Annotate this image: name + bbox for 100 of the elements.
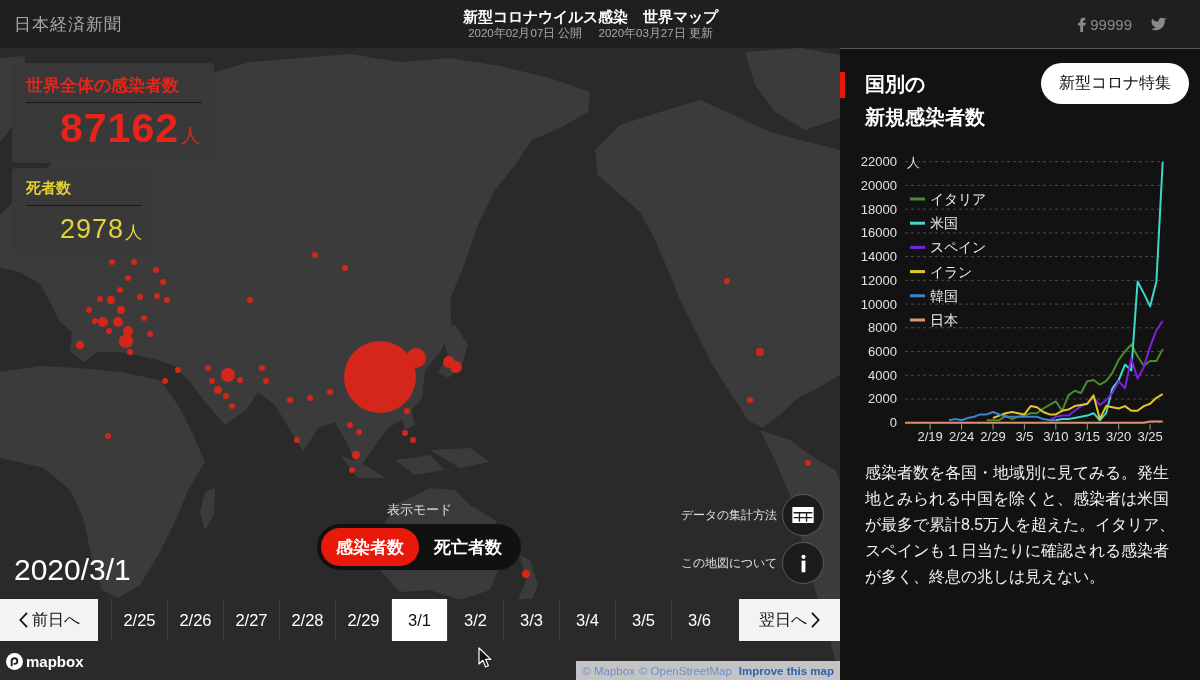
update-date: 2020年03月27日 更新 — [598, 26, 713, 41]
y-tick-label: 16000 — [860, 225, 897, 241]
twitter-icon[interactable] — [1150, 17, 1167, 31]
infection-circle — [522, 570, 530, 578]
y-tick-label: 12000 — [860, 272, 897, 288]
infection-circle — [307, 395, 313, 401]
stat-label: 死者数 — [26, 178, 142, 206]
chevron-left-icon — [18, 612, 28, 628]
infection-circle — [162, 378, 168, 384]
y-tick-label: 20000 — [860, 177, 897, 193]
infection-circle — [109, 259, 115, 265]
date-tab[interactable]: 3/1 — [391, 599, 447, 641]
y-axis-unit: 人 — [907, 154, 920, 170]
y-tick-label: 22000 — [860, 154, 897, 170]
infection-circle — [342, 265, 348, 271]
infection-circle — [294, 437, 300, 443]
infection-circle — [153, 267, 159, 273]
mode-option[interactable]: 死亡者数 — [419, 528, 517, 566]
publish-date: 2020年02月07日 公開 — [468, 26, 583, 41]
infection-circle — [117, 287, 123, 293]
infection-circle — [86, 307, 92, 313]
infection-circle — [209, 378, 215, 384]
logo-icon — [6, 653, 23, 670]
x-tick-label: 3/25 — [1137, 429, 1163, 444]
facebook-icon[interactable] — [1078, 16, 1087, 32]
legend-label: 日本 — [930, 313, 958, 328]
infection-circle — [402, 430, 408, 436]
x-tick-label: 3/5 — [1015, 429, 1034, 444]
infection-circle — [410, 437, 416, 443]
infection-circle — [747, 397, 753, 403]
mode-option[interactable]: 感染者数 — [321, 528, 419, 566]
legend-label: 米国 — [930, 216, 958, 232]
table-icon — [792, 507, 814, 523]
panel-title: 国別の — [865, 72, 925, 97]
infection-circle — [259, 365, 265, 371]
infection-circle — [247, 297, 253, 303]
legend-label: 韓国 — [930, 288, 958, 304]
x-tick-label: 3/20 — [1106, 429, 1132, 444]
x-tick-label: 2/24 — [948, 429, 975, 444]
infection-circle — [105, 433, 111, 439]
page-title: 新型コロナウイルス感染 世界マップ — [463, 7, 718, 26]
y-tick-label: 6000 — [868, 344, 897, 359]
infection-circle — [352, 451, 360, 459]
next-day-button[interactable]: 翌日へ — [739, 599, 840, 641]
infection-circle — [805, 460, 811, 466]
infection-circle — [205, 365, 211, 371]
infection-circle — [312, 252, 318, 258]
infection-circle — [154, 293, 160, 299]
stat-label: 世界全体の感染者数 — [26, 74, 202, 103]
stat-value: 2978 — [59, 214, 124, 244]
infection-circle — [263, 378, 269, 384]
infection-circle — [221, 368, 235, 382]
infection-circle — [229, 403, 235, 409]
y-tick-label: 2000 — [868, 391, 897, 407]
legend-label: イラン — [930, 264, 972, 280]
description-text: 感染者数を各国・地域別に見てみる。発生地とみられる中国を除くと、感染者は米国が最多で累計8.5万人を超えた。イタリア、スペインも１日当たりに確認される感染者が多く、終息の兆しは見えない。 — [865, 463, 1177, 587]
legend-label: スペイン — [930, 240, 986, 256]
previous-day-button[interactable]: 前日へ — [0, 599, 98, 641]
stat-value: 87162 — [60, 106, 179, 150]
y-tick-label: 0 — [889, 415, 897, 431]
stat-unit: 人 — [125, 222, 142, 244]
infection-circle — [137, 294, 143, 300]
infection-circle — [123, 326, 133, 336]
infection-circle — [117, 306, 125, 314]
infection-circle — [327, 389, 333, 395]
y-tick-label: 4000 — [868, 367, 897, 383]
info-label: この地図について — [681, 555, 777, 571]
title-accent-bar — [840, 72, 845, 98]
y-tick-label: 10000 — [860, 296, 897, 312]
infection-circle — [147, 331, 153, 337]
infection-circle — [756, 348, 764, 356]
mouse-pointer-icon — [478, 647, 492, 668]
info-label: データの集計方法 — [681, 507, 777, 523]
legend-label: イタリア — [930, 192, 986, 207]
chevron-right-icon — [811, 612, 820, 628]
x-tick-label: 3/10 — [1043, 429, 1069, 444]
infection-circle — [141, 315, 147, 321]
y-tick-label: 18000 — [860, 201, 897, 217]
current-date: 2020/3/1 — [14, 553, 131, 587]
infection-circle — [175, 367, 181, 373]
infection-circle — [76, 341, 84, 349]
infection-circle — [125, 275, 131, 281]
infection-circle — [450, 361, 462, 373]
newspaper-logo[interactable]: 日本経済新聞 — [14, 12, 122, 36]
x-tick-label: 2/19 — [917, 429, 943, 444]
mode-label: 表示モード — [386, 502, 452, 518]
infection-circle — [237, 377, 243, 383]
infection-circle — [287, 397, 293, 403]
infection-circle — [347, 422, 353, 428]
x-tick-label: 2/29 — [980, 429, 1006, 444]
y-tick-label: 8000 — [868, 320, 897, 336]
infection-circle — [356, 429, 362, 435]
infection-circle — [107, 296, 115, 304]
mapbox-logo[interactable]: mapbox — [6, 653, 84, 670]
x-tick-label: 3/15 — [1074, 429, 1100, 444]
infection-circle — [724, 278, 730, 284]
feature-button[interactable]: 新型コロナ特集 — [1041, 63, 1189, 104]
y-tick-label: 14000 — [860, 249, 897, 265]
info-icon — [800, 553, 806, 573]
infection-circle — [131, 259, 137, 265]
